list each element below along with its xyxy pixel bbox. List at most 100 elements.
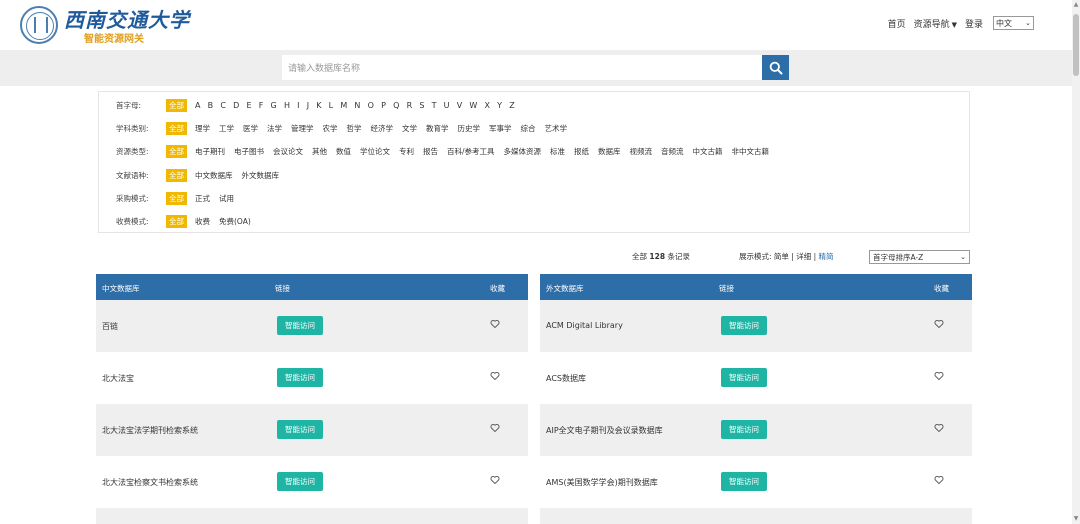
smart-access-button[interactable]: 智能访问 (721, 420, 767, 439)
filter-option[interactable]: U (444, 101, 450, 110)
filter-option[interactable]: S (419, 101, 424, 110)
heart-outline-icon[interactable] (490, 475, 500, 485)
display-simple[interactable]: 简单 (774, 252, 789, 261)
filter-option[interactable]: T (432, 101, 437, 110)
scroll-thumb[interactable] (1073, 14, 1079, 76)
nav-login[interactable]: 登录 (965, 17, 983, 30)
filter-option[interactable]: 试用 (219, 193, 234, 204)
database-name[interactable]: 百链 (102, 321, 118, 332)
filter-option[interactable]: 非中文古籍 (732, 146, 770, 157)
database-name[interactable]: ACS数据库 (546, 373, 586, 384)
heart-outline-icon[interactable] (934, 475, 944, 485)
smart-access-button[interactable]: 智能访问 (277, 472, 323, 491)
filter-option[interactable]: 经济学 (371, 123, 394, 134)
filter-option[interactable]: 中文古籍 (693, 146, 723, 157)
filter-option[interactable]: X (485, 101, 490, 110)
display-detail[interactable]: 详细 (796, 252, 811, 261)
filter-option[interactable]: 免费(OA) (219, 216, 251, 227)
filter-option[interactable]: F (259, 101, 264, 110)
filter-option[interactable]: V (457, 101, 462, 110)
filter-option[interactable]: Q (393, 101, 399, 110)
filter-option[interactable]: O (368, 101, 374, 110)
filter-option[interactable]: 农学 (323, 123, 338, 134)
smart-access-button[interactable]: 智能访问 (277, 420, 323, 439)
filter-option[interactable]: 全部 (166, 144, 187, 158)
filter-option[interactable]: C (220, 101, 226, 110)
smart-access-button[interactable]: 智能访问 (277, 316, 323, 335)
filter-option[interactable]: 理学 (195, 123, 210, 134)
scroll-down-icon[interactable]: ▼ (1073, 516, 1079, 522)
database-name[interactable]: AIP全文电子期刊及会议录数据库 (546, 425, 663, 436)
filter-option[interactable]: K (316, 101, 321, 110)
heart-outline-icon[interactable] (490, 371, 500, 381)
nav-home[interactable]: 首页 (888, 17, 906, 30)
filter-option[interactable]: 艺术学 (545, 123, 568, 134)
filter-option[interactable]: 历史学 (458, 123, 481, 134)
database-name[interactable]: 北大法宝 (102, 373, 134, 384)
filter-option[interactable]: 电子期刊 (195, 146, 225, 157)
heart-outline-icon[interactable] (934, 319, 944, 329)
filter-option[interactable]: 会议论文 (273, 146, 303, 157)
logo-title[interactable]: 西南交通大学 (64, 4, 190, 33)
smart-access-button[interactable]: 智能访问 (277, 368, 323, 387)
filter-option[interactable]: Z (509, 101, 514, 110)
filter-option[interactable]: 报纸 (574, 146, 589, 157)
database-name[interactable]: 北大法宝检察文书检索系统 (102, 477, 198, 488)
heart-outline-icon[interactable] (490, 423, 500, 433)
filter-option[interactable]: 中文数据库 (195, 170, 233, 181)
filter-option[interactable]: Y (497, 101, 502, 110)
filter-option[interactable]: I (297, 101, 299, 110)
search-button[interactable] (762, 55, 789, 80)
sort-select[interactable]: 首字母排序A-Z ⌄ (869, 250, 970, 264)
filter-option[interactable]: 视频流 (630, 146, 653, 157)
filter-option[interactable]: 数据库 (598, 146, 621, 157)
filter-option[interactable]: 哲学 (347, 123, 362, 134)
filter-option[interactable]: 军事学 (489, 123, 512, 134)
filter-option[interactable]: B (208, 101, 214, 110)
filter-option[interactable]: 医学 (243, 123, 258, 134)
database-name[interactable]: ACM Digital Library (546, 321, 623, 330)
filter-option[interactable]: 全部 (166, 214, 187, 228)
filter-option[interactable]: P (381, 101, 386, 110)
filter-option[interactable]: 教育学 (426, 123, 449, 134)
filter-option[interactable]: 学位论文 (360, 146, 390, 157)
filter-option[interactable]: 其他 (312, 146, 327, 157)
filter-option[interactable]: E (247, 101, 252, 110)
filter-option[interactable]: 数值 (336, 146, 351, 157)
filter-option[interactable]: 综合 (521, 123, 536, 134)
filter-option[interactable]: 全部 (166, 168, 187, 182)
filter-option[interactable]: 电子图书 (234, 146, 264, 157)
filter-option[interactable]: 专利 (399, 146, 414, 157)
smart-access-button[interactable]: 智能访问 (721, 472, 767, 491)
filter-option[interactable]: 正式 (195, 193, 210, 204)
page-scrollbar[interactable]: ▲ ▼ (1072, 0, 1080, 524)
filter-option[interactable]: L (329, 101, 333, 110)
smart-access-button[interactable]: 智能访问 (721, 368, 767, 387)
filter-option[interactable]: H (284, 101, 290, 110)
heart-outline-icon[interactable] (934, 371, 944, 381)
filter-option[interactable]: 法学 (267, 123, 282, 134)
filter-option[interactable]: R (407, 101, 413, 110)
heart-outline-icon[interactable] (934, 423, 944, 433)
filter-option[interactable]: 文学 (402, 123, 417, 134)
scroll-up-icon[interactable]: ▲ (1073, 2, 1079, 8)
database-name[interactable]: AMS(美国数学学会)期刊数据库 (546, 477, 658, 488)
search-input[interactable]: 请输入数据库名称 (282, 55, 762, 80)
smart-access-button[interactable]: 智能访问 (721, 316, 767, 335)
filter-option[interactable]: 报告 (423, 146, 438, 157)
filter-option[interactable]: 标准 (550, 146, 565, 157)
filter-option[interactable]: 工学 (219, 123, 234, 134)
filter-option[interactable]: N (354, 101, 360, 110)
filter-option[interactable]: 外文数据库 (242, 170, 280, 181)
filter-option[interactable]: 百科/参考工具 (447, 146, 495, 157)
nav-resources[interactable]: 资源导航 ▼ (914, 17, 957, 30)
filter-option[interactable]: M (340, 101, 347, 110)
language-select[interactable]: 中文 ⌄ (993, 16, 1034, 30)
database-name[interactable]: 北大法宝法学期刊检索系统 (102, 425, 198, 436)
filter-option[interactable]: 全部 (166, 98, 187, 112)
filter-option[interactable]: D (233, 101, 239, 110)
filter-option[interactable]: J (307, 101, 309, 110)
filter-option[interactable]: 全部 (166, 191, 187, 205)
filter-option[interactable]: 多媒体资源 (504, 146, 542, 157)
filter-option[interactable]: A (195, 101, 200, 110)
